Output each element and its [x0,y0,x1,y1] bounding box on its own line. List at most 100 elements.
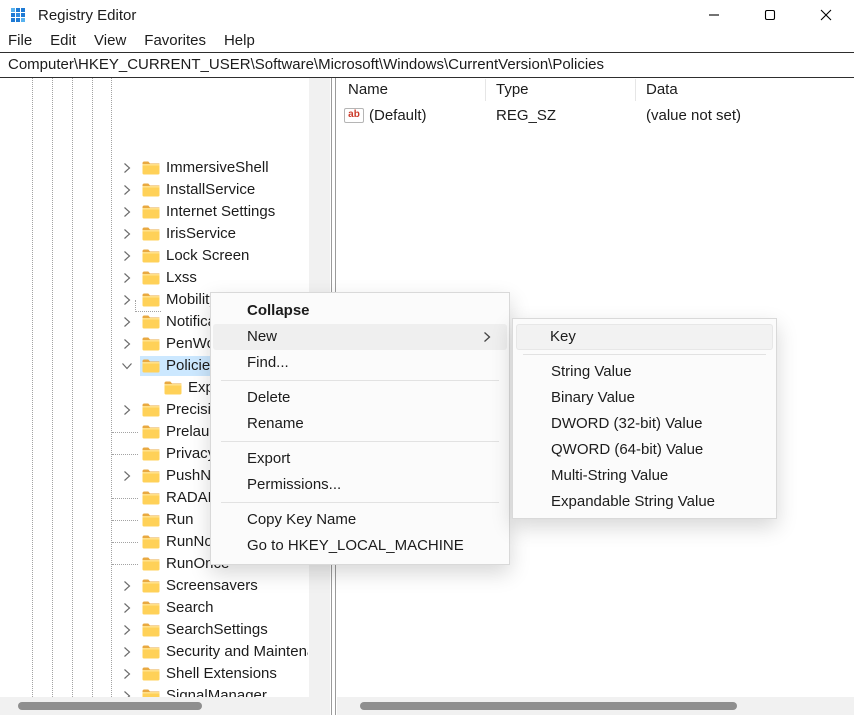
context-menu-item-delete[interactable]: Delete [213,385,507,411]
context-menu-item-export[interactable]: Export [213,446,507,472]
folder-icon [142,271,160,285]
tree-item-hit-area: IrisService [140,224,240,244]
tree-item-security-and-maintenance[interactable]: Security and Maintenance [0,641,308,663]
folder-icon [142,623,160,637]
submenu-item-string-value[interactable]: String Value [515,359,774,385]
tree-connector [112,520,138,521]
close-icon [820,9,832,21]
menu-help[interactable]: Help [215,30,264,52]
chevron-right-icon[interactable] [120,667,134,681]
tree-item-label: SignalManager [166,687,267,697]
chevron-right-icon[interactable] [120,469,134,483]
folder-icon [142,469,160,483]
chevron-right-icon[interactable] [120,689,134,697]
tree-item-shell-extensions[interactable]: Shell Extensions [0,663,308,685]
tree-item-searchsettings[interactable]: SearchSettings [0,619,308,641]
folder-icon [142,359,160,373]
tree-item-hit-area: ImmersiveShell [140,158,273,178]
submenu-item-expandable-string-value[interactable]: Expandable String Value [515,489,774,515]
chevron-down-icon[interactable] [120,359,134,373]
menu-separator [221,502,499,503]
minimize-button[interactable] [686,0,742,30]
menu-view[interactable]: View [85,30,135,52]
folder-icon [142,227,160,241]
folder-icon [142,557,160,571]
list-horizontal-scrollbar[interactable] [337,697,854,715]
scrollbar-thumb[interactable] [18,702,202,710]
submenu-arrow-icon [483,331,491,343]
chevron-right-icon[interactable] [120,271,134,285]
folder-icon [142,403,160,417]
context-menu-item-find[interactable]: Find... [213,350,507,376]
address-bar[interactable]: Computer\HKEY_CURRENT_USER\Software\Micr… [0,52,854,78]
tree-item-hit-area: Security and Maintenance [140,642,308,662]
chevron-right-icon[interactable] [120,183,134,197]
maximize-button[interactable] [742,0,798,30]
tree-connector [112,542,138,543]
chevron-right-icon[interactable] [120,623,134,637]
menu-favorites[interactable]: Favorites [135,30,215,52]
folder-icon [142,337,160,351]
tree-connector [112,564,138,565]
tree-item-label: IrisService [166,225,236,242]
context-menu-item-new[interactable]: New [213,324,507,350]
tree-item-screensavers[interactable]: Screensavers [0,575,308,597]
registry-editor-app-icon [10,6,28,24]
new-submenu: Key String Value Binary Value DWORD (32-… [512,318,777,519]
menu-edit[interactable]: Edit [41,30,85,52]
tree-item-lxss[interactable]: Lxss [0,267,308,289]
tree-item-label: Internet Settings [166,203,275,220]
context-menu-item-copy-key-name[interactable]: Copy Key Name [213,507,507,533]
submenu-item-binary-value[interactable]: Binary Value [515,385,774,411]
caption-buttons [686,0,854,30]
tree-item-hit-area: Internet Settings [140,202,279,222]
tree-item-label: Security and Maintenance [166,643,308,660]
chevron-right-icon[interactable] [120,249,134,263]
column-header-type[interactable]: Type [486,79,636,101]
submenu-item-dword-value[interactable]: DWORD (32-bit) Value [515,411,774,437]
tree-item-search[interactable]: Search [0,597,308,619]
menu-file[interactable]: File [8,30,41,52]
folder-icon [142,535,160,549]
close-button[interactable] [798,0,854,30]
chevron-right-icon[interactable] [120,161,134,175]
window-title: Registry Editor [38,7,136,24]
tree-item-label: Run [166,511,194,528]
folder-icon [164,381,182,395]
scrollbar-thumb[interactable] [360,702,737,710]
folder-icon [142,689,160,698]
tree-horizontal-scrollbar[interactable] [0,697,330,715]
context-menu-item-go-to-hklm[interactable]: Go to HKEY_LOCAL_MACHINE [213,533,507,559]
chevron-right-icon[interactable] [120,403,134,417]
context-menu-item-collapse[interactable]: Collapse [213,298,507,324]
folder-icon [142,645,160,659]
tree-item-hit-area: Search [140,598,218,618]
submenu-item-key[interactable]: Key [516,324,773,350]
tree-item-label: Privacy [166,445,215,462]
column-header-name[interactable]: Name [338,79,486,101]
value-name: (Default) [369,107,427,124]
tree-item-label: InstallService [166,181,255,198]
column-header-data[interactable]: Data [636,79,854,101]
submenu-item-qword-value[interactable]: QWORD (64-bit) Value [515,437,774,463]
chevron-right-icon[interactable] [120,315,134,329]
chevron-right-icon[interactable] [120,645,134,659]
chevron-right-icon[interactable] [120,293,134,307]
tree-item-irisservice[interactable]: IrisService [0,223,308,245]
chevron-right-icon[interactable] [120,579,134,593]
context-menu-item-rename[interactable]: Rename [213,411,507,437]
submenu-item-multi-string-value[interactable]: Multi-String Value [515,463,774,489]
context-menu-item-permissions[interactable]: Permissions... [213,472,507,498]
tree-item-lock-screen[interactable]: Lock Screen [0,245,308,267]
chevron-right-icon[interactable] [120,227,134,241]
value-row-default[interactable]: ab (Default) REG_SZ (value not set) [338,104,854,126]
chevron-right-icon[interactable] [120,337,134,351]
tree-item-internet-settings[interactable]: Internet Settings [0,201,308,223]
chevron-right-icon[interactable] [120,205,134,219]
folder-icon [142,183,160,197]
tree-item-immersiveshell[interactable]: ImmersiveShell [0,157,308,179]
tree-item-signalmanager[interactable]: SignalManager [0,685,308,697]
folder-icon [142,249,160,263]
chevron-right-icon[interactable] [120,601,134,615]
tree-item-installservice[interactable]: InstallService [0,179,308,201]
